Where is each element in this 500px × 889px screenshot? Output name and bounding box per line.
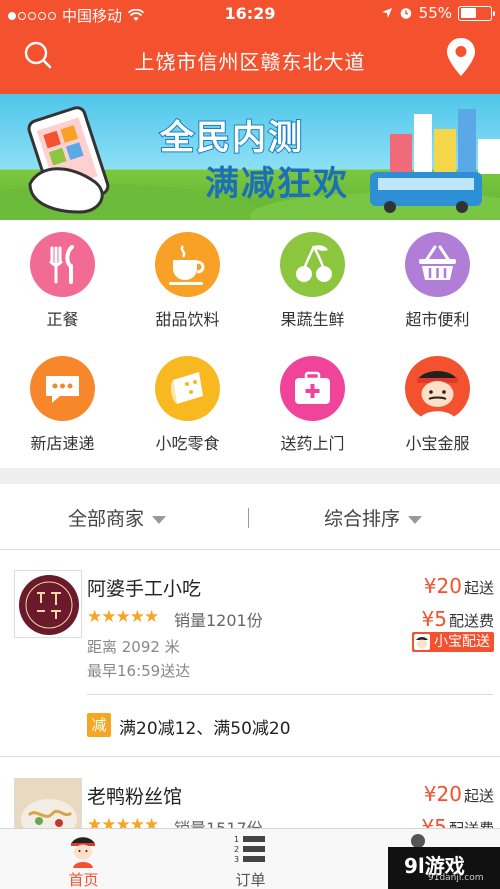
category-fresh-produce[interactable]: 果蔬生鲜: [250, 220, 375, 344]
shop-name: 阿婆手工小吃: [87, 578, 202, 600]
min-order-label: 起送: [463, 787, 494, 805]
category-snacks[interactable]: 小吃零食: [125, 344, 250, 468]
shop-divider: [0, 756, 500, 757]
basket-icon: [419, 245, 456, 280]
category-label: 超市便利: [405, 310, 470, 329]
caret-down-icon: [408, 515, 423, 524]
category-label: 小宝金服: [405, 434, 470, 453]
header: 中国移动 16:29 55% 上饶市信州区赣东北大道: [0, 0, 500, 94]
svg-text:2: 2: [234, 845, 239, 854]
mascot-icon: [414, 634, 430, 650]
tab-orders[interactable]: 1 2 3 订单: [167, 829, 334, 889]
watermark-url: 91danji.com: [428, 873, 484, 883]
tab-home[interactable]: 首页: [0, 829, 167, 889]
nav-bar: 上饶市信州区赣东北大道: [0, 30, 500, 92]
merchant-filter-label: 全部商家: [68, 508, 145, 530]
merchant-filter-dropdown[interactable]: 全部商家: [68, 504, 167, 531]
delivery-fee-label: 配送费: [448, 612, 494, 630]
category-label: 果蔬生鲜: [280, 310, 345, 329]
category-supermarket[interactable]: 超市便利: [375, 220, 500, 344]
tab-bar: 首页 1 2 3 订单 9l游戏 91danji.com: [0, 828, 500, 889]
fork-knife-icon: [49, 245, 74, 284]
caret-down-icon: [152, 515, 167, 524]
min-order-price: ¥20: [423, 574, 462, 598]
category-finance[interactable]: 小宝金服: [375, 344, 500, 468]
category-label: 甜品饮料: [155, 310, 220, 329]
category-label: 送药上门: [280, 434, 345, 453]
battery-percent: 55%: [418, 4, 452, 22]
category-desserts-drinks[interactable]: 甜品饮料: [125, 220, 250, 344]
location-button[interactable]: [444, 36, 478, 78]
filter-bar: 全部商家 综合排序: [0, 484, 500, 550]
tab-orders-label: 订单: [235, 871, 266, 889]
promo-banner[interactable]: 全民内测 满减狂欢: [0, 94, 500, 220]
category-label: 小吃零食: [155, 434, 220, 453]
medicine-kit-icon: [295, 371, 330, 404]
location-title[interactable]: 上饶市信州区赣东北大道: [0, 46, 500, 75]
shop-name: 老鸭粉丝馆: [87, 786, 183, 808]
sort-label: 综合排序: [324, 508, 401, 530]
discount-text: 满20减12、满50减20: [119, 719, 291, 739]
star-rating: ★★★★★: [87, 607, 159, 627]
min-order: ¥20 起送: [424, 574, 494, 598]
shop-card[interactable]: 阿婆手工小吃 ★★★★★ 销量1201份 距离 2092 米 最早16:59送达…: [0, 550, 500, 758]
shop-logo: [14, 570, 82, 638]
min-order: ¥20 起送: [424, 782, 494, 806]
status-right: 55%: [381, 4, 495, 22]
map-pin-icon: [447, 38, 475, 76]
discount-badge: 减: [87, 713, 111, 737]
alarm-icon: [400, 8, 411, 19]
category-new-shops[interactable]: 新店速递: [0, 344, 125, 468]
distance: 距离 2092 米: [87, 638, 180, 656]
shop-logo-image: [15, 571, 81, 637]
mascot-icon: [71, 837, 95, 868]
category-label: 正餐: [46, 310, 79, 329]
location-arrow-icon: [381, 8, 392, 18]
svg-text:3: 3: [234, 855, 239, 864]
banner-headline-1: 全民内测: [159, 117, 304, 159]
chat-bubble-icon: [46, 376, 79, 403]
section-divider: [0, 468, 500, 484]
delivery-badge-label: 小宝配送: [434, 634, 490, 650]
list-icon: 1 2 3: [234, 835, 265, 864]
app-screen: 中国移动 16:29 55% 上饶市信州区赣东北大道 全民内测 满减狂欢 正餐 …: [0, 0, 500, 889]
shop-card[interactable]: 老鸭粉丝馆 ★★★★★ 销量1517份 ¥20起送 ¥5配送费: [0, 758, 500, 846]
min-order-label: 起送: [463, 579, 494, 597]
banner-headline-2: 满减狂欢: [205, 164, 349, 204]
snack-icon: [170, 372, 203, 404]
delivery-badge: 小宝配送: [412, 632, 494, 652]
status-bar: 中国移动 16:29 55%: [0, 0, 500, 28]
promo-divider: [87, 694, 493, 695]
delivery-fee: ¥5配送费: [422, 607, 494, 631]
tab-home-label: 首页: [68, 871, 99, 889]
watermark: 9l游戏 91danji.com: [388, 847, 500, 889]
mascot-icon: [417, 371, 458, 421]
earliest-delivery: 最早16:59送达: [87, 662, 191, 680]
sales-count: 销量1201份: [174, 611, 263, 630]
coffee-cup-icon: [169, 245, 205, 285]
category-label: 新店速递: [30, 434, 95, 453]
delivery-fee-price: ¥5: [421, 607, 447, 631]
category-medicine[interactable]: 送药上门: [250, 344, 375, 468]
cherry-icon: [296, 245, 332, 282]
category-dining[interactable]: 正餐: [0, 220, 125, 344]
category-grid: 正餐 甜品饮料 果蔬生鲜 超市便利 新店速递 小吃零食 送药上门 小宝金服: [0, 220, 500, 468]
filter-separator: [248, 508, 249, 528]
sort-dropdown[interactable]: 综合排序: [324, 504, 423, 531]
battery-icon: [458, 5, 495, 21]
svg-text:1: 1: [234, 835, 239, 844]
min-order-price: ¥20: [423, 782, 462, 806]
